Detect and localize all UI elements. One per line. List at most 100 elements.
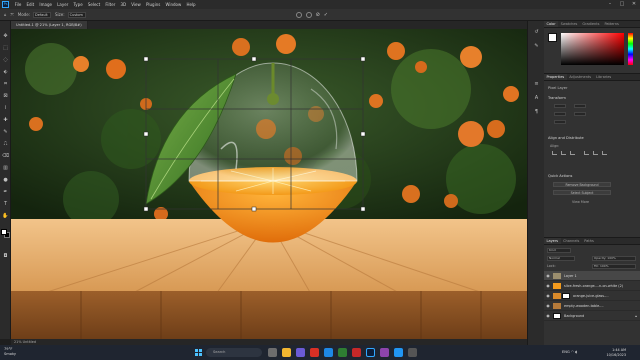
hand-tool-icon[interactable]: ✋ xyxy=(2,213,9,220)
windows-start-icon[interactable] xyxy=(195,349,202,356)
tab-channels[interactable]: Channels xyxy=(561,238,582,244)
width-field[interactable] xyxy=(554,104,566,108)
tab-color[interactable]: Color xyxy=(544,21,559,27)
layer-row[interactable]: ◉ empty-wooden-table-... xyxy=(544,301,640,311)
store-icon[interactable] xyxy=(394,348,403,357)
align-left-icon[interactable] xyxy=(552,151,557,155)
layer-row[interactable]: ◉ orange-juice-glass-... xyxy=(544,291,640,301)
tab-libraries[interactable]: Libraries xyxy=(594,74,614,80)
menu-help[interactable]: Help xyxy=(184,2,198,7)
layer-mask-thumbnail[interactable] xyxy=(562,292,570,299)
y-field[interactable] xyxy=(574,112,586,116)
brush-tool-icon[interactable]: ✎ xyxy=(2,129,9,136)
align-center-icon[interactable] xyxy=(561,151,566,155)
commit-transform-icon[interactable]: ✓ xyxy=(324,12,328,18)
menu-select[interactable]: Select xyxy=(85,2,103,7)
mode-select[interactable]: Default xyxy=(33,11,51,18)
visibility-eye-icon[interactable]: ◉ xyxy=(544,303,552,308)
tab-adjustments[interactable]: Adjustments xyxy=(567,74,594,80)
tab-patterns[interactable]: Patterns xyxy=(602,21,621,27)
align-middle-icon[interactable] xyxy=(593,151,598,155)
photoshop-taskbar-icon[interactable] xyxy=(366,348,375,357)
character-icon[interactable]: A xyxy=(533,95,540,102)
tab-properties[interactable]: Properties xyxy=(544,74,567,80)
clone-stamp-tool-icon[interactable]: ⎍ xyxy=(2,141,9,148)
layer-row[interactable]: ◉ Layer 1 xyxy=(544,271,640,281)
cancel-transform-icon[interactable]: ⊘ xyxy=(316,12,320,18)
menu-image[interactable]: Image xyxy=(37,2,55,7)
app-icon[interactable] xyxy=(408,348,417,357)
visibility-eye-icon[interactable]: ◉ xyxy=(544,273,552,278)
size-select[interactable]: Custom xyxy=(67,11,86,18)
excel-icon[interactable] xyxy=(338,348,347,357)
foreground-color-swatch[interactable] xyxy=(1,229,7,235)
weather-widget[interactable]: 79°F Smoky xyxy=(4,347,16,357)
quick-mask-icon[interactable]: ◘ xyxy=(2,253,9,260)
remove-background-button[interactable]: Remove Background xyxy=(553,182,611,187)
marquee-tool-icon[interactable]: ⬚ xyxy=(2,45,9,52)
object-select-tool-icon[interactable]: ⬖ xyxy=(2,69,9,76)
paragraph-icon[interactable]: ¶ xyxy=(533,109,540,116)
visibility-eye-icon[interactable]: ◉ xyxy=(544,283,552,288)
history-icon[interactable]: ↺ xyxy=(533,29,540,36)
visibility-eye-icon[interactable]: ◉ xyxy=(544,313,552,318)
align-bottom-icon[interactable] xyxy=(602,151,607,155)
brush-settings-icon[interactable]: ✎ xyxy=(533,43,540,50)
select-subject-button[interactable]: Select Subject xyxy=(553,190,611,195)
clock[interactable]: 1:44 AM 10/16/2023 xyxy=(606,348,626,357)
layer-kind-filter[interactable]: Kind xyxy=(547,248,571,253)
current-color-swatch[interactable] xyxy=(548,33,557,42)
task-view-icon[interactable] xyxy=(268,348,277,357)
eraser-tool-icon[interactable]: ⌫ xyxy=(2,153,9,160)
language-indicator[interactable]: ENG xyxy=(562,350,570,354)
tab-swatches[interactable]: Swatches xyxy=(558,21,580,27)
taskbar-search-box[interactable]: Search xyxy=(206,348,262,357)
tab-paths[interactable]: Paths xyxy=(582,238,597,244)
menu-window[interactable]: Window xyxy=(163,2,184,7)
tool-preset-icon[interactable]: ⤧ xyxy=(11,12,14,17)
eyedropper-tool-icon[interactable]: ⌇ xyxy=(2,105,9,112)
tab-gradients[interactable]: Gradients xyxy=(580,21,602,27)
close-icon[interactable]: ✕ xyxy=(628,0,640,9)
menu-file[interactable]: File xyxy=(12,2,24,7)
opacity-field[interactable]: Opacity: 100% xyxy=(592,256,636,261)
height-field[interactable] xyxy=(574,104,586,108)
align-top-icon[interactable] xyxy=(584,151,589,155)
system-tray[interactable]: ENG ◠ ◖ xyxy=(562,350,577,354)
premiere-icon[interactable] xyxy=(380,348,389,357)
layer-row[interactable]: ◉ slice-fresh-orange-...n-on-white (2) xyxy=(544,281,640,291)
hue-slider[interactable] xyxy=(628,33,633,65)
type-tool-icon[interactable]: T xyxy=(2,201,9,208)
color-picker-field[interactable] xyxy=(561,33,624,65)
canvas[interactable] xyxy=(11,29,527,339)
menu-type[interactable]: Type xyxy=(71,2,85,7)
move-tool-icon[interactable]: ✥ xyxy=(2,33,9,40)
teams-icon[interactable] xyxy=(296,348,305,357)
properties-icon[interactable]: ≡ xyxy=(533,81,540,88)
menu-layer[interactable]: Layer xyxy=(55,2,71,7)
angle-field[interactable] xyxy=(554,120,566,124)
blend-mode-select[interactable]: Normal xyxy=(547,256,575,261)
home-icon[interactable]: ⌂ xyxy=(4,12,7,17)
gradient-tool-icon[interactable]: ▥ xyxy=(2,165,9,172)
dodge-tool-icon[interactable]: ● xyxy=(2,177,9,184)
edge-icon[interactable] xyxy=(324,348,333,357)
fill-field[interactable]: Fill: 100% xyxy=(592,264,636,269)
menu-3d[interactable]: 3D xyxy=(118,2,129,7)
visibility-eye-icon[interactable]: ◉ xyxy=(544,293,552,298)
pen-tool-icon[interactable]: ✒ xyxy=(2,189,9,196)
minimize-icon[interactable]: – xyxy=(604,0,616,9)
reference-point-icon[interactable] xyxy=(295,11,302,18)
document-tab[interactable]: Untitled-1 @ 21% (Layer 1, RGB/8#) xyxy=(11,21,88,29)
menu-view[interactable]: View xyxy=(129,2,144,7)
lasso-tool-icon[interactable]: ◌ xyxy=(2,57,9,64)
x-field[interactable] xyxy=(554,112,566,116)
menu-filter[interactable]: Filter xyxy=(103,2,118,7)
warp-icon[interactable] xyxy=(305,11,312,18)
chrome-icon[interactable] xyxy=(310,348,319,357)
tab-layers[interactable]: Layers xyxy=(544,238,561,244)
crop-tool-icon[interactable]: ⌗ xyxy=(2,81,9,88)
layer-row[interactable]: ◉ Background 🔒︎ xyxy=(544,311,640,321)
menu-plugins[interactable]: Plugins xyxy=(143,2,163,7)
healing-brush-tool-icon[interactable]: ✚ xyxy=(2,117,9,124)
